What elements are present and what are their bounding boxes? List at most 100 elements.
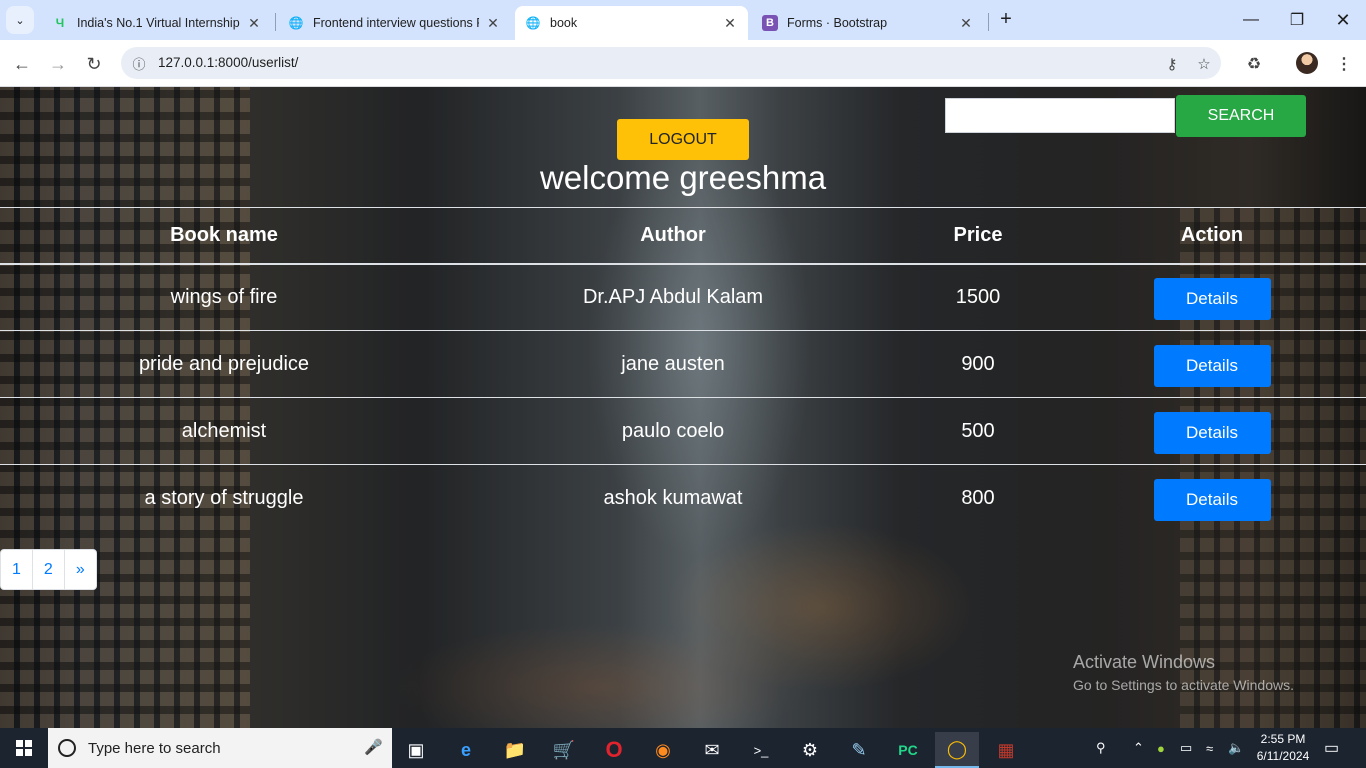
header-price: Price (898, 207, 1058, 265)
watermark-title: Activate Windows (1073, 652, 1216, 672)
books-table: Book name Author Price Action wings of f… (0, 207, 1366, 532)
author-cell: jane austen (448, 330, 898, 398)
taskbar-search-placeholder: Type here to search (88, 740, 221, 757)
opera-icon[interactable]: O (592, 732, 636, 768)
tab-title: Frontend interview questions P (313, 16, 479, 30)
tab-bootstrap-forms[interactable]: B Forms · Bootstrap ✕ (752, 6, 984, 40)
tab-search-chevron-icon[interactable]: ⌄ (6, 6, 34, 34)
password-key-icon[interactable]: ⚷ (1161, 53, 1183, 75)
notepad-icon[interactable]: ✎ (837, 732, 881, 768)
site-info-icon[interactable]: ⓘ (129, 53, 149, 73)
author-cell: ashok kumawat (603, 486, 743, 509)
details-button[interactable]: Details (1153, 345, 1271, 387)
chevron-up-icon[interactable]: ⌃ (1133, 728, 1144, 768)
table-header-row: Book name Author Price Action (0, 207, 1366, 265)
status-badge-icon[interactable]: ● (1157, 728, 1165, 768)
omnibox[interactable]: ⓘ 127.0.0.1:8000/userlist/ ⚷ ☆ (121, 47, 1221, 79)
firefox-icon[interactable]: ◉ (641, 732, 685, 768)
action-cell: Details (1058, 397, 1366, 465)
wifi-icon[interactable]: ≈ (1206, 728, 1213, 768)
tab-separator (988, 13, 989, 31)
windows-logo-icon (16, 740, 32, 756)
file-explorer-icon[interactable]: 📁 (493, 732, 537, 768)
details-button[interactable]: Details (1153, 278, 1271, 321)
restore-icon[interactable]: ❐ (1274, 0, 1320, 40)
details-button[interactable]: Details (1153, 479, 1271, 522)
edge-icon[interactable]: e (444, 732, 488, 768)
start-button[interactable] (0, 728, 48, 768)
price-cell: 800 (961, 486, 995, 509)
chrome-icon[interactable]: ◯ (935, 732, 979, 768)
header-action: Action (1058, 207, 1366, 265)
task-view-icon[interactable]: ▣ (394, 732, 438, 768)
windows-taskbar: Type here to search 🎤 ▣ e 📁 🛒 O ◉ ✉ >_ ⚙… (0, 728, 1366, 768)
clock-date: 6/11/2024 (1256, 749, 1310, 763)
author-cell: Dr.APJ Abdul Kalam (448, 263, 898, 331)
table-row: wings of fire Dr.APJ Abdul Kalam 1500 De… (0, 263, 1366, 331)
activate-windows-watermark: Activate Windows Go to Settings to activ… (1073, 652, 1294, 693)
action-cell: Details (1058, 330, 1366, 398)
terminal-icon[interactable]: >_ (739, 732, 783, 768)
tab-frontend-questions[interactable]: 🌐 Frontend interview questions P ✕ (278, 6, 511, 40)
search-button[interactable]: SEARCH (1176, 95, 1306, 137)
book-name-cell: pride and prejudice (0, 330, 448, 398)
settings-gear-icon[interactable]: ⚙ (788, 732, 832, 768)
browser-tab-bar: ⌄ Ч India's No.1 Virtual Internship P ✕ … (0, 0, 1366, 40)
clock[interactable]: 2:55 PM 6/11/2024 (1248, 731, 1318, 765)
author-cell: paulo coelo (448, 397, 898, 465)
mail-icon[interactable]: ✉ (690, 732, 734, 768)
table-row: alchemist paulo coelo 500 Details (0, 397, 1366, 465)
book-name-cell: alchemist (0, 397, 448, 465)
close-icon[interactable]: ✕ (246, 15, 262, 32)
action-cell: Details (1058, 465, 1366, 532)
bootstrap-favicon-icon: B (762, 15, 778, 31)
book-name-cell: wings of fire (0, 263, 448, 331)
profile-avatar[interactable] (1296, 52, 1318, 74)
action-cell: Details (1058, 263, 1366, 331)
pycharm-icon[interactable]: PC (886, 732, 930, 768)
microsoft-store-icon[interactable]: 🛒 (542, 732, 586, 768)
winrar-icon[interactable]: ▦ (984, 732, 1028, 768)
microphone-icon[interactable]: 🎤 (364, 738, 383, 756)
address-toolbar: ← → ↻ ⓘ 127.0.0.1:8000/userlist/ ⚷ ☆ ♻ ⋮ (0, 40, 1366, 87)
reload-icon[interactable]: ↻ (80, 50, 108, 78)
search-input[interactable] (945, 98, 1175, 133)
globe-icon: 🌐 (525, 16, 541, 30)
page-link-1[interactable]: 1 (0, 549, 33, 590)
window-close-icon[interactable]: ✕ (1320, 0, 1366, 40)
close-icon[interactable]: ✕ (485, 15, 501, 32)
people-icon[interactable]: ⚲ (1096, 728, 1106, 768)
logout-button[interactable]: LOGOUT (617, 119, 749, 160)
watermark-subtitle: Go to Settings to activate Windows. (1073, 677, 1294, 693)
globe-icon: 🌐 (288, 16, 304, 30)
welcome-heading: welcome greeshma (539, 159, 827, 196)
notifications-icon[interactable]: ▭ (1324, 728, 1339, 768)
tab-internship[interactable]: Ч India's No.1 Virtual Internship P ✕ (42, 6, 272, 40)
tab-title: Forms · Bootstrap (787, 16, 888, 30)
close-icon[interactable]: ✕ (958, 15, 974, 32)
table-row: pride and prejudice jane austen 900 Deta… (0, 330, 1366, 398)
header-book-name: Book name (0, 207, 448, 265)
new-tab-plus-icon[interactable]: + (994, 8, 1018, 32)
menu-kebab-icon[interactable]: ⋮ (1330, 50, 1358, 78)
close-icon[interactable]: ✕ (722, 15, 738, 32)
header-author: Author (448, 207, 898, 265)
back-arrow-icon[interactable]: ← (8, 50, 36, 78)
tab-title: book (550, 16, 578, 30)
details-button[interactable]: Details (1153, 412, 1271, 454)
tab-book[interactable]: 🌐 book ✕ (515, 6, 748, 40)
tab-title: India's No.1 Virtual Internship P (77, 16, 240, 30)
clock-time: 2:55 PM (1260, 732, 1306, 746)
page-link-2[interactable]: 2 (31, 549, 65, 590)
battery-icon[interactable]: ▭ (1180, 728, 1192, 768)
tab-separator (275, 13, 276, 31)
url-text[interactable]: 127.0.0.1:8000/userlist/ (158, 55, 298, 70)
extensions-puzzle-icon[interactable]: ♻ (1240, 50, 1268, 78)
forward-arrow-icon[interactable]: → (44, 50, 72, 78)
taskbar-search-box[interactable]: Type here to search 🎤 (48, 728, 392, 768)
internshala-favicon-icon: Ч (55, 16, 65, 30)
minimize-icon[interactable]: — (1228, 0, 1274, 40)
bookmark-star-icon[interactable]: ☆ (1193, 53, 1215, 75)
volume-icon[interactable]: 🔈 (1228, 728, 1244, 768)
page-link-next[interactable]: » (63, 549, 97, 590)
